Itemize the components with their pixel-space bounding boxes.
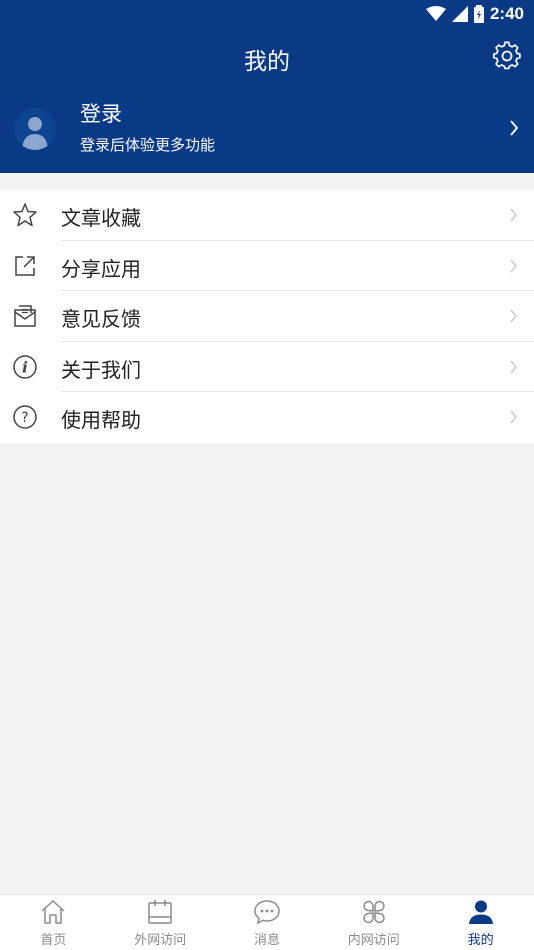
tab-label: 我的 — [467, 933, 494, 948]
chevron-right-icon — [510, 208, 517, 222]
share-icon — [15, 255, 35, 276]
user-icon — [468, 900, 493, 924]
tab-label: 首页 — [40, 933, 67, 948]
calendar-icon — [148, 900, 172, 924]
menu-item-label: 关于我们 — [61, 357, 141, 382]
svg-text:i: i — [22, 358, 28, 376]
chevron-right-icon — [510, 259, 517, 272]
chevron-right-icon — [510, 410, 517, 424]
message-icon — [254, 900, 280, 925]
wifi-icon — [425, 6, 446, 21]
status-bar: 2:40 — [0, 0, 534, 28]
tab-home[interactable]: 首页 — [0, 895, 107, 950]
login-profile-card[interactable]: 登录 登录后体验更多功能 — [0, 84, 534, 173]
tab-mine[interactable]: 我的 — [427, 895, 534, 950]
tab-label: 外网访问 — [134, 933, 187, 948]
chevron-right-icon — [510, 309, 517, 323]
svg-text:?: ? — [21, 410, 28, 426]
chevron-right-icon — [510, 360, 517, 373]
battery-icon — [473, 5, 484, 23]
tab-external-access[interactable]: 外网访问 — [107, 895, 214, 950]
apps-icon — [363, 900, 385, 924]
menu-item-favorites[interactable]: 文章收藏 — [0, 190, 534, 241]
bottom-tab-bar: 首页 外网访问 消息 内网访问 我的 — [0, 894, 534, 950]
menu-item-about[interactable]: i 关于我们 — [0, 342, 534, 392]
menu-item-label: 文章收藏 — [61, 206, 141, 230]
login-subtitle: 登录后体验更多功能 — [80, 136, 216, 154]
signal-icon — [451, 6, 468, 22]
page-title: 我的 — [244, 49, 290, 75]
default-avatar-icon — [22, 117, 48, 150]
tab-label: 消息 — [253, 933, 280, 948]
login-title: 登录 — [80, 102, 122, 126]
menu-item-help[interactable]: ? 使用帮助 — [0, 392, 534, 443]
info-icon: i — [13, 354, 37, 379]
avatar — [14, 108, 56, 150]
app-header: 我的 — [0, 28, 534, 84]
menu-item-label: 使用帮助 — [61, 408, 141, 432]
menu-item-label: 意见反馈 — [61, 307, 141, 331]
menu-item-label: 分享应用 — [61, 256, 141, 281]
tab-messages[interactable]: 消息 — [214, 895, 321, 950]
help-icon: ? — [13, 405, 37, 429]
settings-gear-icon[interactable] — [492, 41, 522, 71]
tab-internal-access[interactable]: 内网访问 — [320, 895, 427, 950]
feedback-icon — [14, 305, 36, 327]
menu-item-share[interactable]: 分享应用 — [0, 241, 534, 291]
home-icon — [41, 900, 65, 924]
star-icon — [13, 203, 37, 227]
status-time: 2:40 — [489, 4, 524, 23]
chevron-right-icon — [510, 120, 519, 136]
settings-menu: 文章收藏 分享应用 意见反馈 i 关于我们 ? 使用帮助 — [0, 190, 534, 443]
menu-item-feedback[interactable]: 意见反馈 — [0, 291, 534, 342]
tab-label: 内网访问 — [347, 933, 400, 948]
